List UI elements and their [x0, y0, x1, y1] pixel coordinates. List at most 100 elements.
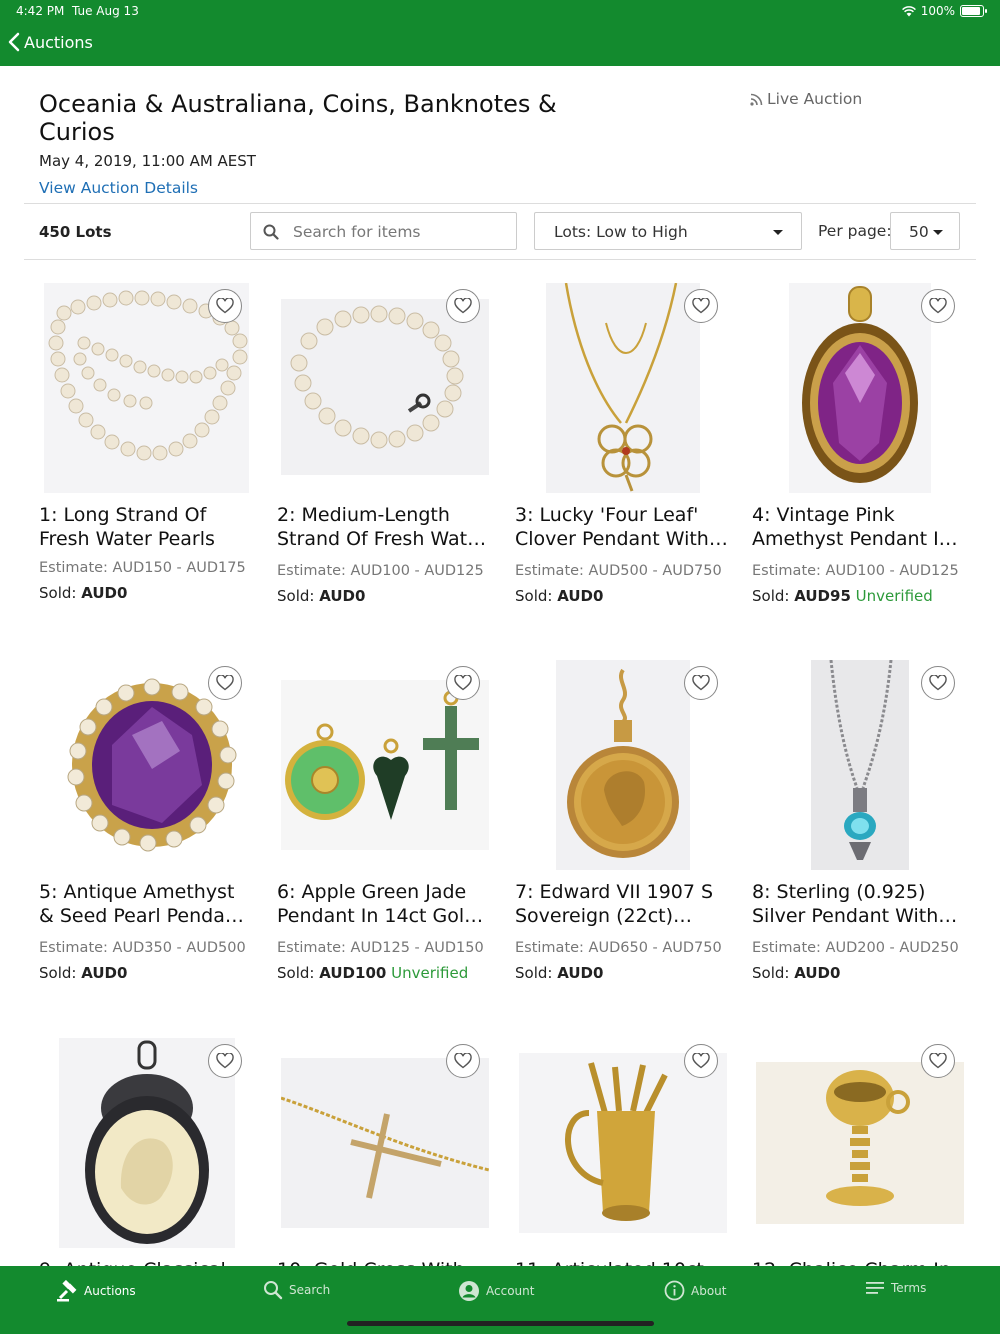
favorite-button[interactable]	[446, 666, 480, 700]
account-icon	[459, 1281, 479, 1301]
lot-sold: Sold: AUD0	[515, 587, 604, 605]
lot-title[interactable]: 5: Antique Amethyst & Seed Pearl Pendant…	[39, 880, 254, 928]
rss-icon	[750, 93, 763, 106]
heart-icon	[929, 298, 947, 314]
favorite-button[interactable]	[446, 1044, 480, 1078]
heart-icon	[454, 298, 472, 314]
sort-select[interactable]: Lots: Low to High	[534, 212, 802, 250]
battery-percent: 100%	[920, 4, 955, 18]
search-icon	[264, 1281, 283, 1300]
heart-icon	[454, 675, 472, 691]
heart-icon	[929, 675, 947, 691]
jade-pendants-image	[280, 680, 489, 850]
tab-label: About	[691, 1283, 727, 1298]
lot-estimate: Estimate: AUD500 - AUD750	[515, 563, 722, 579]
favorite-button[interactable]	[921, 289, 955, 323]
live-auction-link[interactable]: Live Auction	[750, 90, 862, 108]
auction-title: Oceania & Australiana, Coins, Banknotes …	[39, 90, 557, 146]
lot-estimate: Estimate: AUD150 - AUD175	[39, 560, 246, 576]
clover-pendant-image	[545, 283, 700, 493]
cameo-pendant-image	[58, 1038, 235, 1248]
tab-terms[interactable]: Terms	[865, 1280, 926, 1296]
battery-icon	[960, 5, 987, 17]
caret-down-icon	[773, 230, 783, 235]
nav-bar: Auctions	[0, 22, 1000, 66]
chevron-left-icon	[8, 32, 20, 52]
heart-icon	[216, 675, 234, 691]
gavel-icon	[57, 1280, 77, 1302]
view-auction-details-link[interactable]: View Auction Details	[39, 179, 198, 197]
back-button[interactable]: Auctions	[8, 32, 93, 52]
heart-icon	[692, 675, 710, 691]
tab-account[interactable]: Account	[458, 1280, 534, 1302]
gold-cross-image	[280, 1058, 489, 1228]
favorite-button[interactable]	[208, 666, 242, 700]
lot-estimate: Estimate: AUD200 - AUD250	[752, 940, 959, 956]
lot-sold: Sold: AUD0	[752, 964, 841, 982]
lot-title[interactable]: 1: Long Strand Of Fresh Water Pearls	[39, 503, 254, 551]
lot-title[interactable]: 3: Lucky 'Four Leaf' Clover Pendant With…	[515, 503, 730, 551]
lot-title[interactable]: 2: Medium-Length Strand Of Fresh Water P…	[277, 503, 492, 551]
wifi-icon	[901, 5, 916, 16]
heart-icon	[929, 1053, 947, 1069]
per-page-value: 50	[909, 223, 929, 241]
search-input[interactable]	[291, 219, 515, 245]
back-label: Auctions	[24, 32, 93, 52]
tab-label: Auctions	[84, 1284, 136, 1298]
favorite-button[interactable]	[921, 1044, 955, 1078]
lot-title[interactable]: 6: Apple Green Jade Pendant In 14ct Gold…	[277, 880, 492, 928]
search-icon	[263, 224, 279, 240]
sovereign-pendant-image	[555, 660, 690, 870]
lot-estimate: Estimate: AUD125 - AUD150	[277, 940, 484, 956]
tab-search[interactable]: Search	[263, 1280, 330, 1300]
amethyst-pendant-image	[788, 283, 931, 493]
lot-estimate: Estimate: AUD350 - AUD500	[39, 940, 246, 956]
tab-auctions[interactable]: Auctions	[56, 1280, 136, 1302]
status-bar: 4:42 PM Tue Aug 13 100%	[0, 0, 1000, 22]
heart-icon	[692, 1053, 710, 1069]
favorite-button[interactable]	[921, 666, 955, 700]
live-auction-label: Live Auction	[767, 90, 863, 108]
status-time: 4:42 PM Tue Aug 13	[16, 4, 139, 18]
favorite-button[interactable]	[684, 666, 718, 700]
tab-label: Terms	[891, 1281, 927, 1295]
lot-sold: Sold: AUD0	[277, 587, 366, 605]
divider	[24, 203, 976, 204]
sort-value: Lots: Low to High	[554, 223, 688, 241]
favorite-button[interactable]	[684, 1044, 718, 1078]
caret-down-icon	[933, 230, 943, 235]
lot-title[interactable]: 7: Edward VII 1907 S Sovereign (22ct) Pe…	[515, 880, 730, 928]
auction-date: May 4, 2019, 11:00 AM AEST	[39, 152, 256, 170]
divider	[24, 259, 976, 260]
favorite-button[interactable]	[208, 1044, 242, 1078]
lot-sold: Sold: AUD0	[515, 964, 604, 982]
tab-about[interactable]: About	[664, 1280, 726, 1301]
golf-bag-charm-image	[518, 1053, 727, 1233]
search-box	[250, 212, 517, 250]
tab-label: Account	[486, 1284, 535, 1298]
heart-icon	[216, 1053, 234, 1069]
heart-icon	[454, 1053, 472, 1069]
heart-icon	[692, 298, 710, 314]
favorite-button[interactable]	[208, 289, 242, 323]
favorite-button[interactable]	[684, 289, 718, 323]
lot-estimate: Estimate: AUD100 - AUD125	[277, 563, 484, 579]
tab-label: Search	[289, 1283, 331, 1297]
lot-sold: Sold: AUD0	[39, 584, 128, 602]
info-icon	[664, 1280, 685, 1301]
status-right: 100%	[901, 4, 987, 18]
home-indicator	[347, 1321, 654, 1326]
heart-icon	[216, 298, 234, 314]
lot-estimate: Estimate: AUD100 - AUD125	[752, 563, 959, 579]
lot-title[interactable]: 8: Sterling (0.925) Silver Pendant With …	[752, 880, 967, 928]
per-page-label: Per page:	[818, 222, 892, 240]
favorite-button[interactable]	[446, 289, 480, 323]
lot-sold: Sold: AUD95 Unverified	[752, 587, 933, 605]
silver-pendant-image	[810, 660, 909, 870]
chalice-charm-image	[755, 1062, 964, 1224]
per-page-select[interactable]: 50	[890, 212, 960, 250]
lot-title[interactable]: 4: Vintage Pink Amethyst Pendant In Gold	[752, 503, 967, 551]
lot-sold: Sold: AUD0	[39, 964, 128, 982]
lot-sold: Sold: AUD100 Unverified	[277, 964, 469, 982]
lot-estimate: Estimate: AUD650 - AUD750	[515, 940, 722, 956]
